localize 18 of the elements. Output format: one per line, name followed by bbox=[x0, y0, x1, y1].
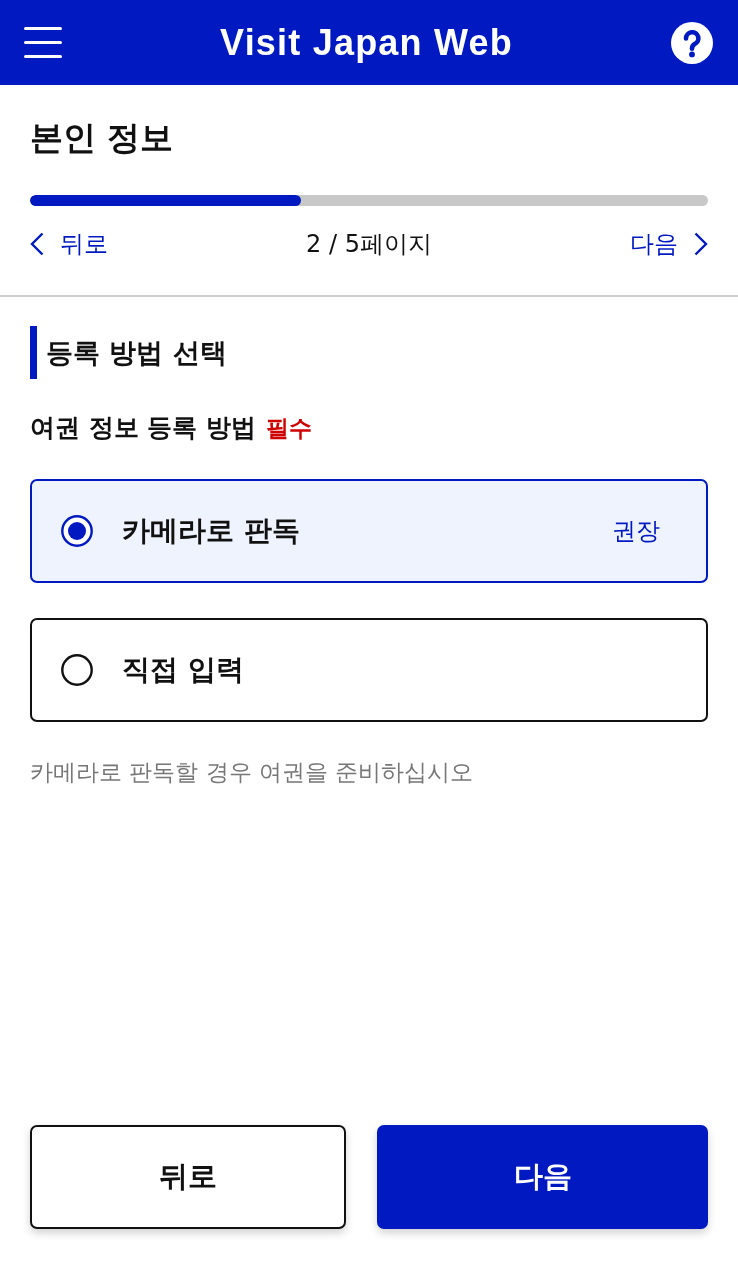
recommended-tag: 권장 bbox=[612, 516, 660, 546]
chevron-right-icon bbox=[694, 232, 708, 256]
menu-icon[interactable] bbox=[24, 27, 62, 58]
radio-option[interactable]: 카메라로 판독 권장 bbox=[30, 479, 708, 583]
app-title: Visit Japan Web bbox=[220, 20, 513, 65]
field-label: 여권 정보 등록 방법 bbox=[30, 412, 257, 444]
chevron-left-icon bbox=[30, 232, 44, 256]
back-link[interactable]: 뒤로 bbox=[30, 229, 108, 259]
section-heading: 등록 방법 선택 bbox=[30, 326, 708, 379]
required-tag: 필수 bbox=[266, 412, 313, 444]
next-button[interactable]: 다음 bbox=[377, 1125, 708, 1229]
help-icon[interactable] bbox=[671, 21, 713, 64]
hint-text: 카메라로 판독할 경우 여권을 준비하십시오 bbox=[30, 758, 475, 787]
next-link[interactable]: 다음 bbox=[630, 229, 708, 259]
radio-option[interactable]: 직접 입력 bbox=[30, 618, 708, 722]
back-button[interactable]: 뒤로 bbox=[30, 1125, 346, 1229]
page-indicator: 2 / 5페이지 bbox=[306, 229, 432, 259]
page-title: 본인 정보 bbox=[30, 118, 175, 158]
